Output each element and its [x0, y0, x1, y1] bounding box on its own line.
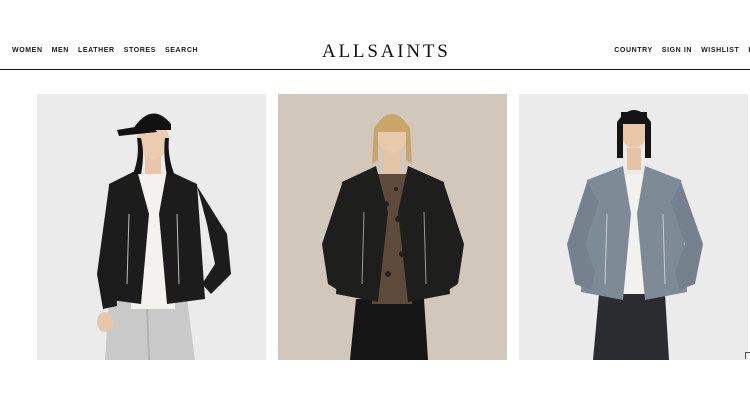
product-card-black-leather-jacket[interactable] — [278, 94, 507, 360]
nav-country[interactable]: COUNTRY — [614, 47, 653, 54]
site-header: WOMEN MEN LEATHER STORES SEARCH ALLSAINT… — [0, 36, 750, 70]
product-image — [519, 94, 748, 360]
utility-nav: COUNTRY SIGN IN WISHLIST B — [614, 47, 750, 54]
nav-wishlist[interactable]: WISHLIST — [701, 47, 739, 54]
primary-nav: WOMEN MEN LEATHER STORES SEARCH — [12, 47, 198, 54]
nav-men[interactable]: MEN — [52, 47, 69, 54]
nav-leather[interactable]: LEATHER — [78, 47, 115, 54]
product-card-black-biker-jacket[interactable] — [37, 94, 266, 360]
nav-search[interactable]: SEARCH — [165, 47, 198, 54]
nav-women[interactable]: WOMEN — [12, 47, 43, 54]
product-image — [278, 94, 507, 360]
product-card-grey-suede-jacket[interactable] — [519, 94, 748, 360]
brand-logo[interactable]: ALLSAINTS — [322, 41, 451, 63]
nav-stores[interactable]: STORES — [124, 47, 156, 54]
product-image — [37, 94, 266, 360]
resize-corner-icon — [745, 352, 750, 359]
nav-sign-in[interactable]: SIGN IN — [662, 47, 692, 54]
